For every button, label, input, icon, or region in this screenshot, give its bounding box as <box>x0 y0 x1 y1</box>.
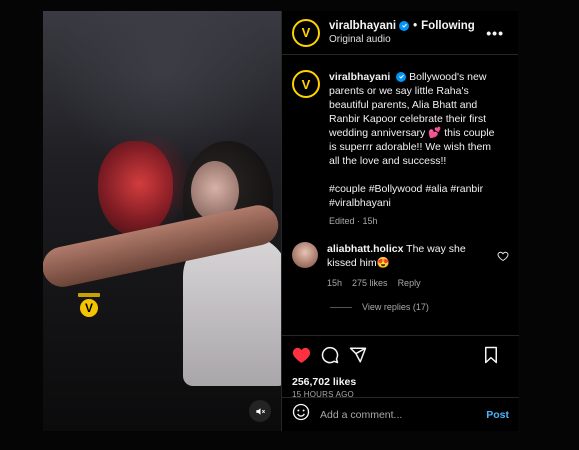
commenter-username[interactable]: aliabhatt.holicx <box>327 243 403 255</box>
caption-hashtags[interactable]: #couple #Bollywood #alia #ranbir #viralb… <box>329 182 504 210</box>
small-heart-icon[interactable] <box>497 250 509 262</box>
video-watermark-logo: V <box>78 293 100 319</box>
post-caption: V viralbhayani Bollywood's new parents o… <box>292 70 509 228</box>
likes-count[interactable]: 256,702 likes <box>292 376 509 388</box>
mute-icon <box>255 407 265 415</box>
view-replies-link[interactable]: View replies (17) <box>330 302 509 312</box>
add-comment-input[interactable] <box>320 408 487 421</box>
comment-time: 15h <box>327 278 343 288</box>
post-side-panel: V viralbhayani • Following Original audi… <box>281 11 519 431</box>
more-options-icon[interactable]: ••• <box>486 25 504 41</box>
caption-text: Bollywood's new parents or we say little… <box>329 71 495 167</box>
verified-badge-icon <box>399 20 410 31</box>
following-button[interactable]: Following <box>421 19 475 33</box>
commenter-avatar[interactable] <box>292 242 318 268</box>
post-video[interactable]: V <box>43 11 281 431</box>
comment-likes[interactable]: 275 likes <box>352 276 388 290</box>
post-header: V viralbhayani • Following Original audi… <box>282 11 518 55</box>
caption-author-avatar[interactable]: V <box>292 70 320 98</box>
separator-dot: • <box>413 19 418 32</box>
post-comment-button[interactable]: Post <box>486 409 509 421</box>
comment-item: aliabhatt.holicx The way she kissed him😍… <box>292 242 509 290</box>
emoji-icon[interactable] <box>292 403 310 426</box>
comment-reply-button[interactable]: Reply <box>398 276 421 290</box>
video-subject-man <box>98 141 173 236</box>
heart-icon[interactable] <box>292 346 311 364</box>
author-avatar[interactable]: V <box>292 18 320 47</box>
caption-edited-time: Edited · 15h <box>329 216 378 226</box>
mute-button[interactable] <box>249 400 271 422</box>
instagram-post-modal: V V viralbhayani • Following Original au… <box>43 11 519 431</box>
verified-badge-icon <box>396 71 407 82</box>
comment-composer: Post <box>282 397 519 431</box>
bookmark-icon[interactable] <box>483 346 499 369</box>
caption-username[interactable]: viralbhayani <box>329 71 390 83</box>
audio-label[interactable]: Original audio <box>329 33 475 47</box>
author-username[interactable]: viralbhayani <box>329 19 396 33</box>
share-icon[interactable] <box>349 346 367 364</box>
post-actions: 256,702 likes 15 HOURS AGO <box>282 335 519 399</box>
comment-icon[interactable] <box>321 346 339 364</box>
caption-and-comments: V viralbhayani Bollywood's new parents o… <box>282 55 519 335</box>
